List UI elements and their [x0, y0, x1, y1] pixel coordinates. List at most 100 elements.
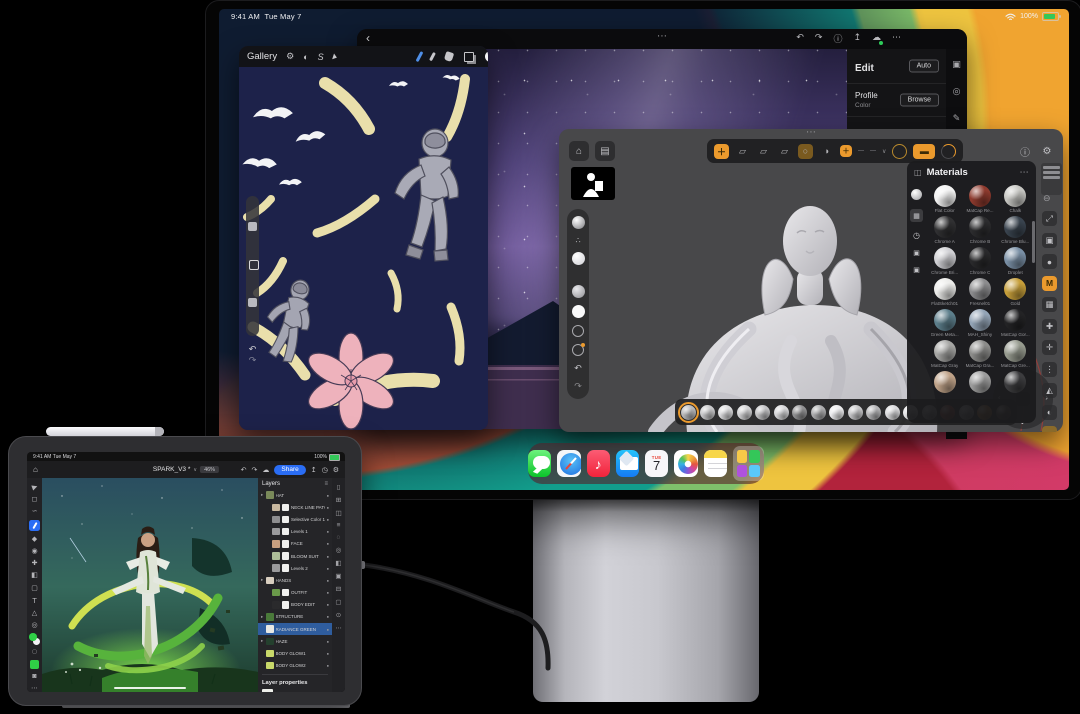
undo-icon[interactable]: ↶: [241, 466, 247, 474]
visibility-eye-icon[interactable]: ●: [327, 493, 329, 498]
brush-tool-icon[interactable]: [29, 519, 40, 531]
crop-panel-icon[interactable]: ▢: [335, 598, 341, 606]
display-battery-percent: 100%: [1020, 13, 1038, 20]
properties-icon[interactable]: ≡: [337, 522, 341, 529]
visibility-eye-icon[interactable]: ●: [327, 651, 329, 656]
layer-row[interactable]: BLOOM SUIT ●: [258, 550, 332, 562]
comments-icon[interactable]: ◌: [337, 534, 341, 541]
messages-app-icon[interactable]: [528, 450, 552, 477]
group-chevron-icon[interactable]: ▸: [261, 577, 264, 583]
type-tool-icon[interactable]: T: [32, 596, 37, 605]
mask-panel-icon[interactable]: ◧: [335, 559, 341, 567]
mask-icon[interactable]: ◙: [32, 673, 36, 680]
layer-thumbnail: [272, 527, 280, 536]
layer-row[interactable]: BODY EDIT ●: [258, 599, 332, 611]
healing-tool-icon[interactable]: ✚: [32, 559, 38, 567]
layer-name: BLOOM SUIT: [291, 553, 319, 559]
group-chevron-icon[interactable]: ▸: [261, 492, 264, 498]
layer-name: HAT: [275, 492, 285, 498]
clone-tool-icon[interactable]: ◉: [31, 547, 37, 555]
display-status-bar: 9:41 AM Tue May 7 100%: [219, 11, 1069, 23]
layer-row[interactable]: ▸ STRUCTURE ●: [258, 611, 332, 623]
delete-layer-icon[interactable]: ▯: [337, 483, 341, 491]
help-icon[interactable]: ⊙: [336, 611, 341, 619]
layer-row[interactable]: Levels 1 ●: [258, 526, 332, 538]
layer-row[interactable]: BODY GLOW1 ●: [258, 647, 332, 659]
history-icon[interactable]: ◷: [322, 466, 328, 474]
photos-app-icon[interactable]: [674, 450, 698, 477]
shape-tool-icon[interactable]: △: [32, 609, 37, 617]
visibility-eye-icon[interactable]: ●: [327, 578, 329, 583]
share-button[interactable]: Share: [274, 464, 306, 475]
layer-mask-thumbnail: [281, 527, 289, 536]
group-chevron-icon[interactable]: ▸: [261, 614, 264, 620]
app-library-icon[interactable]: [732, 446, 764, 481]
calendar-app-icon[interactable]: TUE 7: [645, 450, 669, 477]
cloud-icon[interactable]: ☁: [262, 466, 269, 474]
layer-row[interactable]: ▸ HAZE ●: [258, 635, 332, 647]
visibility-eye-icon[interactable]: ●: [327, 554, 329, 559]
ipad-status-bar: 9:41 AM Tue May 7 100%: [27, 452, 345, 461]
adjustment-icon[interactable]: ◫: [335, 509, 341, 517]
layer-name: Levels 1: [291, 529, 308, 535]
layer-row[interactable]: NECK LINE PATCH●: [258, 501, 332, 513]
visibility-eye-icon[interactable]: ●: [327, 590, 329, 595]
group-chevron-icon[interactable]: ▸: [261, 638, 264, 644]
gradient-tool-icon[interactable]: ◧: [31, 571, 38, 579]
select-panel-icon[interactable]: ▣: [335, 572, 341, 580]
more-panels-icon[interactable]: ⋯: [335, 624, 342, 632]
music-app-icon[interactable]: ♪: [586, 450, 610, 477]
home-indicator[interactable]: [114, 686, 186, 689]
lasso-tool-icon[interactable]: ∽: [32, 507, 38, 515]
crop-tool-icon[interactable]: ▢: [31, 584, 38, 592]
visibility-eye-icon[interactable]: ●: [327, 529, 329, 534]
libraries-icon[interactable]: ⊟: [336, 585, 341, 593]
mail-app-icon[interactable]: [615, 450, 639, 477]
visibility-eye-icon[interactable]: ●: [327, 566, 329, 571]
layer-thumbnail: [272, 540, 280, 548]
visibility-eye-icon[interactable]: ●: [327, 614, 329, 619]
new-layer-icon[interactable]: ⊞: [336, 496, 341, 504]
visibility-eye-icon[interactable]: ●: [327, 663, 329, 668]
layer-row[interactable]: ▸ HANDS ●: [258, 574, 332, 586]
visibility-eye-icon[interactable]: ●: [327, 602, 329, 607]
redo-icon[interactable]: ↷: [252, 466, 258, 474]
layer-row[interactable]: Selective Color 1 ●: [258, 513, 332, 525]
properties-thumbnail: [262, 688, 273, 692]
document-title[interactable]: SPARK_V3 *: [153, 466, 190, 473]
display-date: Tue May 7: [264, 12, 302, 21]
visibility-eye-icon[interactable]: ●: [327, 639, 329, 644]
visibility-eye-icon[interactable]: ●: [327, 517, 329, 522]
visibility-eye-icon[interactable]: ●: [327, 627, 329, 632]
visibility-eye-icon[interactable]: ●: [327, 505, 329, 510]
layer-name: Selective Color 1: [291, 516, 325, 522]
layer-row[interactable]: Levels 2 ●: [258, 562, 332, 574]
layer-name: BODY GLOW2: [275, 663, 306, 669]
chevron-down-icon[interactable]: ∨: [193, 467, 197, 473]
layer-row[interactable]: FACE ●: [258, 538, 332, 550]
more-tools-icon[interactable]: ▢: [32, 649, 37, 655]
fx-icon[interactable]: ◎: [336, 546, 342, 554]
safari-app-icon[interactable]: [557, 450, 581, 477]
eraser-tool-icon[interactable]: ◆: [32, 535, 37, 543]
notes-app-icon[interactable]: [703, 450, 727, 477]
eyedropper-tool-icon[interactable]: ◎: [31, 621, 37, 629]
color-chips[interactable]: [29, 633, 40, 646]
settings-gear-icon[interactable]: ⚙: [333, 466, 339, 474]
zoom-level[interactable]: 46%: [200, 466, 220, 473]
foreground-swatch[interactable]: [30, 659, 39, 669]
photoshop-canvas[interactable]: [42, 478, 258, 692]
calendar-day: 7: [653, 458, 661, 473]
layer-thumbnail: [266, 576, 274, 585]
layer-row[interactable]: ▸ HAT ●: [258, 489, 332, 501]
overflow-icon[interactable]: ⋯: [31, 684, 38, 692]
home-icon[interactable]: ⌂: [33, 465, 38, 474]
filter-icon[interactable]: ≡: [324, 481, 328, 487]
layer-row[interactable]: OUTFIT ●: [258, 587, 332, 599]
visibility-eye-icon[interactable]: ●: [327, 541, 329, 546]
export-icon[interactable]: ↥: [311, 466, 317, 474]
layer-row[interactable]: RADIANCE GREEN ●: [258, 623, 332, 636]
layer-row[interactable]: BODY GLOW2 ●: [258, 660, 332, 672]
marquee-tool-icon[interactable]: ◻: [32, 495, 38, 503]
move-tool-icon[interactable]: ▶: [31, 482, 38, 491]
